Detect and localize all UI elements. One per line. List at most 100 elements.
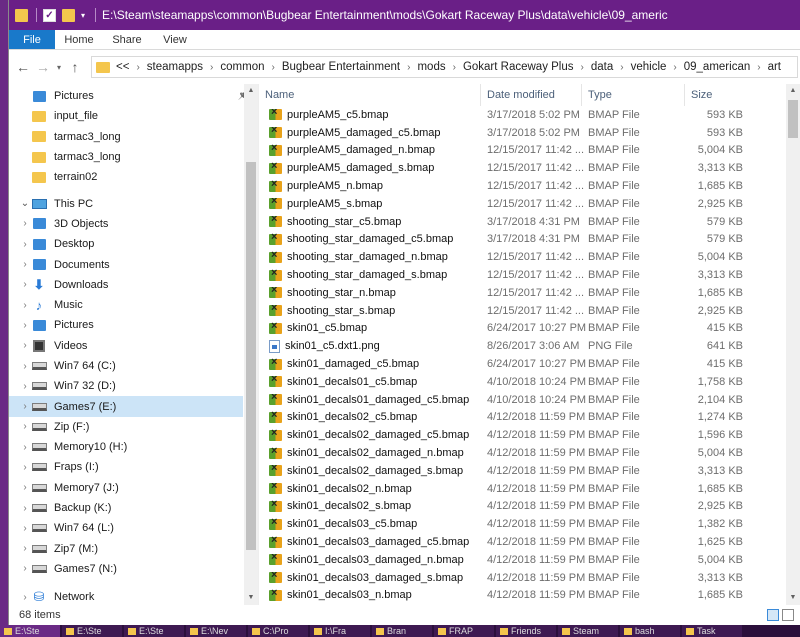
nav-item[interactable]: › ⬇ Downloads	[9, 275, 258, 295]
breadcrumb-item[interactable]: common	[220, 61, 264, 73]
file-row[interactable]: skin01_decals02_s.bmap 4/12/2018 11:59 PM…	[259, 498, 800, 516]
file-row[interactable]: purpleAM5_n.bmap 12/15/2017 11:42 ...BMAP…	[259, 177, 800, 195]
chevron-right-icon[interactable]: ›	[19, 279, 31, 290]
file-row[interactable]: shooting_star_damaged_c5.bmap 3/17/2018 4…	[259, 231, 800, 249]
chevron-right-icon[interactable]: ›	[19, 381, 31, 392]
tab-share[interactable]: Share	[103, 30, 151, 49]
column-type[interactable]: Type	[582, 84, 685, 106]
chevron-right-icon[interactable]: ›	[19, 259, 31, 270]
file-row[interactable]: skin01_decals01_damaged_c5.bmap 4/10/2018…	[259, 391, 800, 409]
nav-item[interactable]: › Fraps (I:)	[9, 457, 258, 477]
recent-locations-chevron-icon[interactable]: ▾	[53, 57, 65, 77]
breadcrumb-item[interactable]: steamapps	[147, 61, 203, 73]
scroll-down-icon[interactable]: ▼	[786, 591, 800, 605]
chevron-right-icon[interactable]: ›	[19, 592, 31, 603]
file-row[interactable]: shooting_star_damaged_n.bmap 12/15/2017 1…	[259, 248, 800, 266]
nav-item[interactable]: › Desktop	[9, 234, 258, 254]
nav-item[interactable]: input_file	[9, 106, 258, 126]
nav-scrollbar[interactable]: ▲ ▼	[244, 84, 258, 605]
nav-item[interactable]: › 3D Objects	[9, 214, 258, 234]
chevron-right-icon[interactable]: ›	[19, 421, 31, 432]
file-row[interactable]: purpleAM5_damaged_s.bmap 12/15/2017 11:42…	[259, 159, 800, 177]
scroll-down-icon[interactable]: ▼	[244, 591, 258, 605]
chevron-right-icon[interactable]: ›	[210, 62, 213, 73]
file-row[interactable]: purpleAM5_s.bmap 12/15/2017 11:42 ...BMAP…	[259, 195, 800, 213]
chevron-right-icon[interactable]: ›	[19, 503, 31, 514]
file-row[interactable]: purpleAM5_damaged_c5.bmap 3/17/2018 5:02 …	[259, 124, 800, 142]
nav-item[interactable]: › ♪ Music	[9, 295, 258, 315]
taskbar-button[interactable]: E:\Ste	[62, 625, 122, 637]
taskbar-button[interactable]: Steam	[558, 625, 618, 637]
scroll-thumb[interactable]	[246, 162, 256, 550]
taskbar-button[interactable]: E:\Ste	[124, 625, 184, 637]
chevron-right-icon[interactable]: ›	[19, 340, 31, 351]
chevron-right-icon[interactable]: ›	[19, 442, 31, 453]
file-row[interactable]: skin01_decals02_c5.bmap 4/12/2018 11:59 P…	[259, 409, 800, 427]
nav-item[interactable]: › Memory7 (J:)	[9, 478, 258, 498]
nav-item[interactable]: › Videos	[9, 336, 258, 356]
file-row[interactable]: skin01_decals03_c5.bmap 4/12/2018 11:59 P…	[259, 515, 800, 533]
up-arrow-icon[interactable]: ↑	[65, 57, 85, 77]
nav-item[interactable]: tarmac3_long	[9, 147, 258, 167]
nav-item[interactable]: › Zip (F:)	[9, 417, 258, 437]
file-row[interactable]: shooting_star_s.bmap 12/15/2017 11:42 ...…	[259, 302, 800, 320]
nav-item[interactable]: tarmac3_long	[9, 127, 258, 147]
taskbar-button[interactable]: Task	[682, 625, 742, 637]
taskbar-button[interactable]: E:\Ste	[0, 625, 60, 637]
breadcrumb-item[interactable]: data	[591, 61, 613, 73]
chevron-right-icon[interactable]: ›	[19, 563, 31, 574]
scroll-thumb[interactable]	[788, 100, 798, 138]
breadcrumb-item[interactable]: art	[768, 61, 781, 73]
file-row[interactable]: shooting_star_c5.bmap 3/17/2018 4:31 PM BM…	[259, 213, 800, 231]
breadcrumb-item[interactable]: Bugbear Entertainment	[282, 61, 400, 73]
file-row[interactable]: skin01_c5.dxt1.png 8/26/2017 3:06 AM PNG F…	[259, 337, 800, 355]
back-arrow-icon[interactable]: ←	[13, 57, 33, 77]
taskbar-button[interactable]: FRAP	[434, 625, 494, 637]
nav-item[interactable]: › Win7 32 (D:)	[9, 376, 258, 396]
chevron-right-icon[interactable]: ›	[581, 62, 584, 73]
file-scrollbar[interactable]: ▲ ▼	[786, 84, 800, 605]
quick-access-dropdown-icon[interactable]: ▾	[81, 11, 85, 20]
nav-item[interactable]: › Documents	[9, 254, 258, 274]
taskbar-button[interactable]: Friends	[496, 625, 556, 637]
chevron-right-icon[interactable]: ›	[19, 401, 31, 412]
forward-arrow-icon[interactable]: →	[33, 57, 53, 77]
file-row[interactable]: skin01_decals03_damaged_n.bmap 4/12/2018 …	[259, 551, 800, 569]
file-row[interactable]: skin01_decals03_damaged_c5.bmap 4/12/2018…	[259, 533, 800, 551]
taskbar-button[interactable]: I:\Fra	[310, 625, 370, 637]
breadcrumb-item[interactable]: vehicle	[631, 61, 667, 73]
nav-item[interactable]: › ⛁ Network	[9, 587, 258, 605]
nav-item[interactable]: › Pictures	[9, 315, 258, 335]
taskbar-button[interactable]: C:\Pro	[248, 625, 308, 637]
file-row[interactable]: shooting_star_damaged_s.bmap 12/15/2017 1…	[259, 266, 800, 284]
nav-item[interactable]: › Games7 (N:)	[9, 559, 258, 579]
tab-home[interactable]: Home	[55, 30, 103, 49]
nav-item[interactable]: ⌄ This PC	[9, 193, 258, 213]
chevron-right-icon[interactable]: ›	[19, 482, 31, 493]
chevron-right-icon[interactable]: ›	[19, 462, 31, 473]
chevron-right-icon[interactable]: ›	[19, 239, 31, 250]
nav-item[interactable]: › Zip7 (M:)	[9, 539, 258, 559]
nav-item[interactable]: › Backup (K:)	[9, 498, 258, 518]
chevron-right-icon[interactable]: ›	[757, 62, 760, 73]
column-name[interactable]: Name	[259, 84, 481, 106]
chevron-down-icon[interactable]: ⌄	[19, 198, 31, 209]
nav-item[interactable]: › Games7 (E:)	[9, 396, 243, 417]
scroll-up-icon[interactable]: ▲	[786, 84, 800, 98]
nav-item[interactable]: › Win7 64 (L:)	[9, 518, 258, 538]
large-icons-view-icon[interactable]	[782, 609, 794, 621]
chevron-right-icon[interactable]: ›	[620, 62, 623, 73]
chevron-right-icon[interactable]: ›	[673, 62, 676, 73]
chevron-right-icon[interactable]: ›	[407, 62, 410, 73]
breadcrumb-item[interactable]: Gokart Raceway Plus	[463, 61, 574, 73]
chevron-right-icon[interactable]: ›	[453, 62, 456, 73]
scroll-up-icon[interactable]: ▲	[244, 84, 258, 98]
new-folder-icon[interactable]	[62, 8, 75, 22]
chevron-right-icon[interactable]: ›	[19, 361, 31, 372]
file-row[interactable]: skin01_decals02_damaged_n.bmap 4/12/2018 …	[259, 444, 800, 462]
breadcrumb-item[interactable]: mods	[417, 61, 445, 73]
breadcrumb-item[interactable]: 09_american	[684, 61, 750, 73]
nav-item[interactable]: › Memory10 (H:)	[9, 437, 258, 457]
column-size[interactable]: Size	[685, 84, 747, 106]
nav-item[interactable]: › Win7 64 (C:)	[9, 356, 258, 376]
